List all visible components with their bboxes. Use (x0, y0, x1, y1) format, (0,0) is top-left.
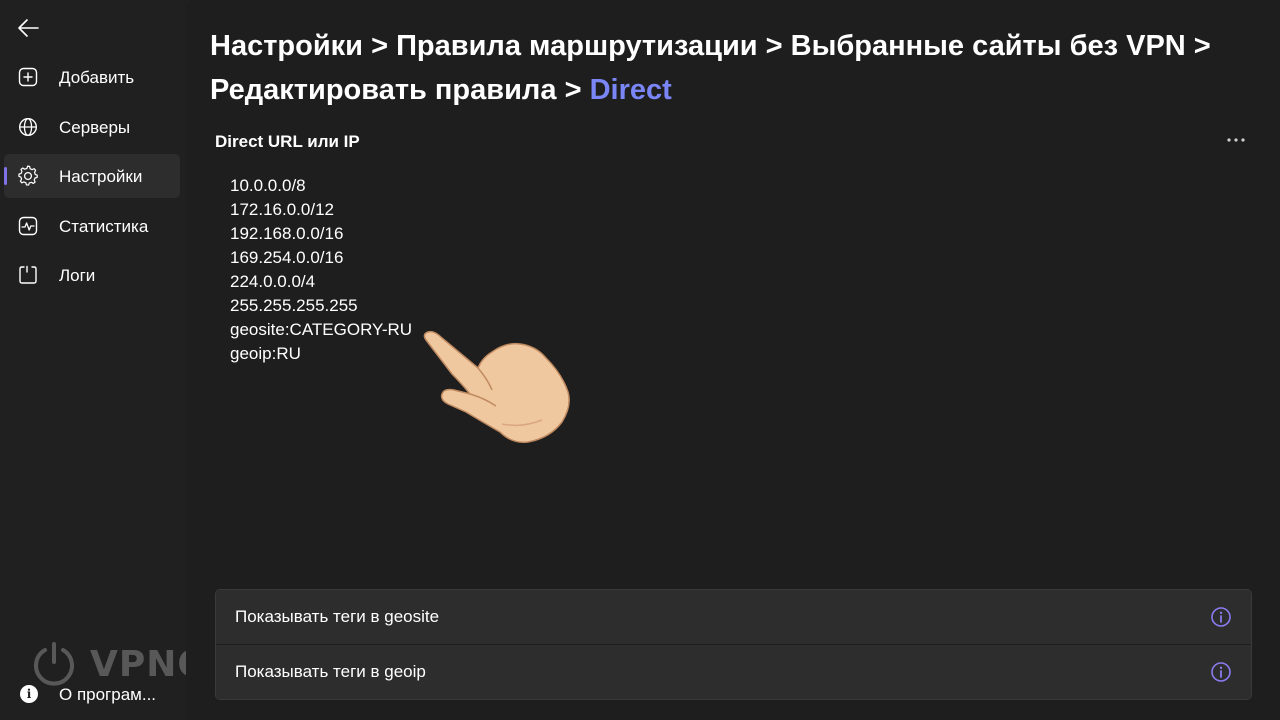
list-item[interactable]: 192.168.0.0/16 (230, 222, 412, 246)
list-item[interactable]: 172.16.0.0/12 (230, 198, 412, 222)
arrow-left-icon (18, 19, 39, 37)
info-icon: i (20, 685, 38, 703)
main-content: Настройки > Правила маршрутизации > Выбр… (186, 0, 1280, 720)
option-show-geosite-tags[interactable]: Показывать теги в geosite (216, 590, 1251, 644)
sidebar-item-add[interactable]: Добавить (4, 55, 180, 99)
app-window: Добавить Серверы Настройки Статистика Ло… (0, 0, 1280, 720)
list-item[interactable]: 255.255.255.255 (230, 294, 412, 318)
breadcrumb-separator: > (1193, 30, 1211, 62)
breadcrumb-separator: > (564, 74, 590, 106)
more-options-button[interactable] (1222, 128, 1250, 152)
option-label: Показывать теги в geoip (235, 662, 426, 681)
back-button[interactable] (10, 10, 46, 46)
log-icon (17, 264, 39, 286)
list-item[interactable]: 224.0.0.0/4 (230, 270, 412, 294)
list-item[interactable]: 169.254.0.0/16 (230, 246, 412, 270)
option-show-geoip-tags[interactable]: Показывать теги в geoip (216, 644, 1251, 699)
breadcrumb: Настройки > Правила маршрутизации > Выбр… (210, 24, 1250, 112)
list-item[interactable]: geosite:CATEGORY-RU (230, 318, 412, 342)
sidebar-item-label: Добавить (59, 68, 135, 87)
sidebar-nav: Добавить Серверы Настройки Статистика Ло… (4, 55, 180, 303)
sidebar-item-statistics[interactable]: Статистика (4, 204, 180, 248)
breadcrumb-item-edit-rules[interactable]: Редактировать правила (210, 74, 557, 106)
list-item[interactable]: geoip:RU (230, 342, 412, 366)
option-label: Показывать теги в geosite (235, 607, 440, 626)
tag-options-card: Показывать теги в geosite Показывать тег… (215, 589, 1252, 700)
gear-icon (17, 165, 39, 187)
breadcrumb-item-routing-rules[interactable]: Правила маршрутизации (396, 30, 758, 62)
breadcrumb-separator: > (371, 30, 397, 62)
sidebar-item-label: Логи (59, 266, 96, 285)
sidebar: Добавить Серверы Настройки Статистика Ло… (0, 0, 239, 720)
sidebar-item-servers[interactable]: Серверы (4, 105, 180, 149)
globe-icon (17, 116, 39, 138)
sidebar-item-about[interactable]: i О програм... (4, 674, 180, 716)
sidebar-item-label: Статистика (59, 216, 149, 236)
breadcrumb-current: Direct (589, 74, 672, 106)
pointing-hand-icon (423, 330, 570, 444)
list-item[interactable]: 10.0.0.0/8 (230, 174, 412, 198)
section-title: Direct URL или IP (215, 132, 360, 151)
sidebar-item-logs[interactable]: Логи (4, 253, 180, 297)
sidebar-item-label: Настройки (59, 167, 143, 186)
sidebar-item-label: Серверы (59, 117, 131, 137)
breadcrumb-item-settings[interactable]: Настройки (210, 30, 363, 62)
more-horizontal-icon (1227, 138, 1245, 142)
sidebar-item-label: О програм... (59, 685, 157, 704)
plus-square-icon (17, 66, 39, 88)
info-circle-icon[interactable] (1210, 661, 1232, 683)
chart-icon (17, 215, 39, 237)
rules-list[interactable]: 10.0.0.0/8 172.16.0.0/12 192.168.0.0/16 … (230, 174, 412, 366)
breadcrumb-item-selected-sites[interactable]: Выбранные сайты без VPN (791, 30, 1186, 62)
info-circle-icon[interactable] (1210, 606, 1232, 628)
sidebar-item-settings[interactable]: Настройки (4, 154, 180, 198)
breadcrumb-separator: > (765, 30, 791, 62)
